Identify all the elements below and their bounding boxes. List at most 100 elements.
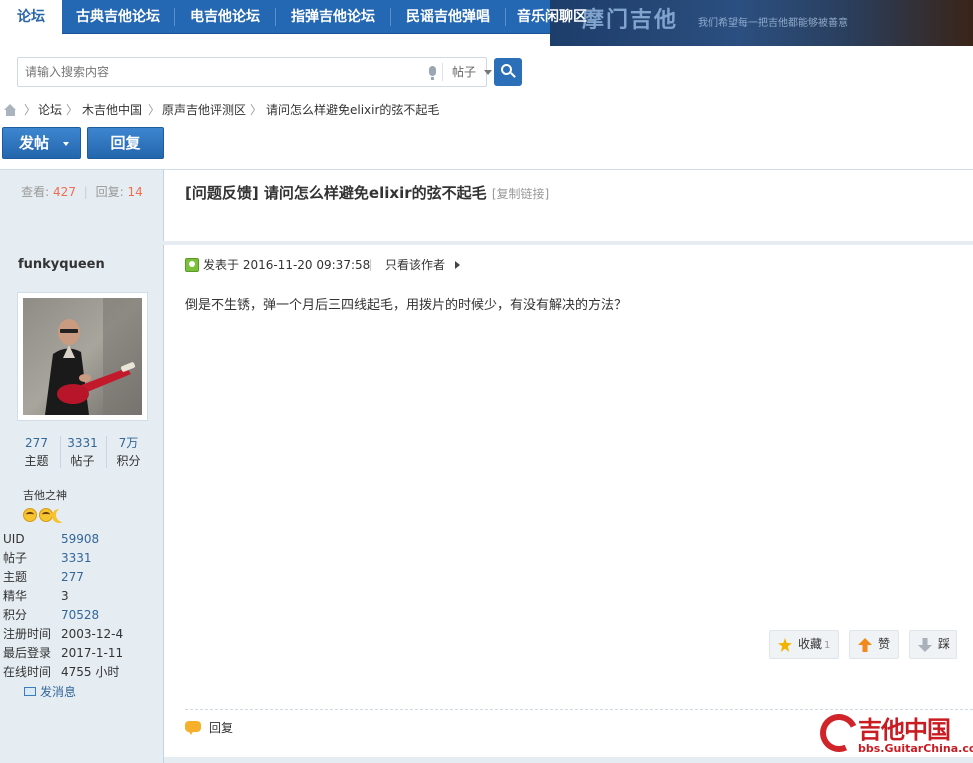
posts-count: 3331 [67,436,98,450]
breadcrumb-arrow: 〉 [250,103,263,117]
info-value: 2003-12-4 [61,627,124,641]
info-value: 2017-1-11 [61,646,124,660]
author-stats: 277 主题 3331 帖子 7万 积分 [14,434,151,472]
info-row: 积分 70528 [3,606,163,625]
online-user-icon [185,258,199,272]
posts-label: 帖子 [70,454,95,468]
replies-label: 回复: [95,185,124,199]
header-separator [370,259,371,271]
header-banner: 摩门吉他 我们希望每一把吉他都能够被善意 [550,0,973,46]
play-icon [455,261,460,269]
info-key: 主题 [3,570,28,584]
sun-icon [23,508,37,522]
info-value[interactable]: 277 [61,568,84,587]
points-label: 积分 [116,454,141,468]
search-icon-handle [510,72,516,78]
next-post-divider [164,757,973,763]
like-button[interactable]: 赞 [849,630,899,659]
reply-link-label: 回复 [209,721,234,735]
thread-title-text[interactable]: [问题反馈] 请问怎么样避免elixir的弦不起毛 [185,184,487,202]
favorite-label: 收藏 1 [798,631,830,659]
thumb-up-icon [858,638,872,652]
chevron-down-icon [63,142,69,146]
info-key: UID [3,532,25,546]
microphone-icon[interactable] [429,66,436,80]
search-button[interactable] [494,58,522,86]
info-row: UID 59908 [3,530,163,549]
author-stat-posts[interactable]: 3331 帖子 [60,434,105,470]
copy-link[interactable]: [复制链接] [492,187,549,201]
search-box: 帖子 [17,57,492,87]
author-rank: 吉他之神 [23,489,67,502]
guitar-logo-icon [814,708,864,758]
chevron-down-icon[interactable] [484,70,492,75]
breadcrumb-thread[interactable]: 请问怎么样避免elixir的弦不起毛 [266,98,439,122]
breadcrumb-acoustic-china[interactable]: 木吉他中国 [82,98,142,122]
info-value[interactable]: 3331 [61,549,92,568]
tab-forum[interactable]: 论坛 [0,0,62,34]
site-watermark-logo: 吉他中国 bbs.GuitarChina.com [814,708,973,760]
moon-icon [56,508,70,522]
section-divider [164,241,973,245]
send-message-label: 发消息 [40,685,77,699]
dislike-button[interactable]: 踩 [909,630,957,659]
info-value[interactable]: 59908 [61,530,99,549]
envelope-icon [24,687,36,696]
tab-folk-singing[interactable]: 民谣吉他弹唱 [391,0,505,34]
info-row: 主题 277 [3,568,163,587]
watermark-url: bbs.GuitarChina.com [858,742,973,755]
info-key: 在线时间 [3,665,52,679]
breadcrumb-forum[interactable]: 论坛 [38,98,62,122]
watermark-title: 吉他中国 [858,716,951,744]
info-value: 4755 小时 [61,665,120,679]
info-row: 帖子 3331 [3,549,163,568]
info-key: 最后登录 [3,646,52,660]
replies-count: 14 [127,185,143,199]
info-key: 帖子 [3,551,28,565]
points-count: 7万 [118,436,139,450]
search-divider [442,63,443,81]
thread-title: [问题反馈] 请问怎么样避免elixir的弦不起毛 [复制链接] [185,182,549,203]
only-author-link[interactable]: 只看该作者 [385,256,445,274]
info-key: 积分 [3,608,28,622]
breadcrumb-arrow: 〉 [24,103,37,117]
post-date: 发表于 2016-11-20 09:37:58 [203,258,371,272]
author-stat-threads[interactable]: 277 主题 [14,434,59,470]
sun-icon [39,508,53,522]
search-input[interactable] [18,58,426,86]
author-stat-points[interactable]: 7万 积分 [106,434,151,470]
favorite-button[interactable]: 收藏 1 [769,630,839,659]
info-value[interactable]: 70528 [61,606,99,625]
new-post-label: 发帖 [19,134,50,152]
tab-classical-guitar[interactable]: 古典吉他论坛 [62,0,174,34]
breadcrumb-review-board[interactable]: 原声吉他评测区 [162,98,246,122]
avatar-image [23,298,142,415]
search-type-select[interactable]: 帖子 [452,58,476,86]
tab-electric-guitar[interactable]: 电吉他论坛 [175,0,275,34]
thumb-down-icon [918,638,932,652]
star-icon [778,638,792,652]
threads-count: 277 [25,436,48,450]
info-row: 精华 3 [3,587,163,606]
breadcrumb-arrow: 〉 [148,103,161,117]
dislike-label: 踩 [938,637,951,651]
favorite-count: 1 [824,640,831,651]
post-body: 倒是不生锈，弹一个月后三四线起毛，用拨片的时候少，有没有解决的方法？ [185,298,628,313]
reply-button[interactable]: 回复 [87,127,164,159]
author-name[interactable]: funkyqueen [18,257,105,272]
info-row: 注册时间 2003-12-4 [3,625,163,644]
avatar[interactable] [17,292,148,421]
info-row: 在线时间 4755 小时 [3,663,163,682]
tab-music-chat[interactable]: 音乐闲聊区 [506,0,598,34]
threads-label: 主题 [24,454,49,468]
home-icon[interactable] [4,104,17,116]
rank-stars [23,508,73,524]
tab-fingerstyle[interactable]: 指弹吉他论坛 [276,0,390,34]
breadcrumb-arrow: 〉 [66,103,79,117]
new-post-button[interactable]: 发帖 [2,127,81,159]
favorite-text: 收藏 [798,637,823,651]
views-label: 查看: [21,185,50,199]
breadcrumb: 〉 论坛 〉 木吉他中国 〉 原声吉他评测区 〉 请问怎么样避免elixir的弦… [0,98,973,122]
comment-icon [185,721,201,735]
info-value: 3 [61,589,69,603]
